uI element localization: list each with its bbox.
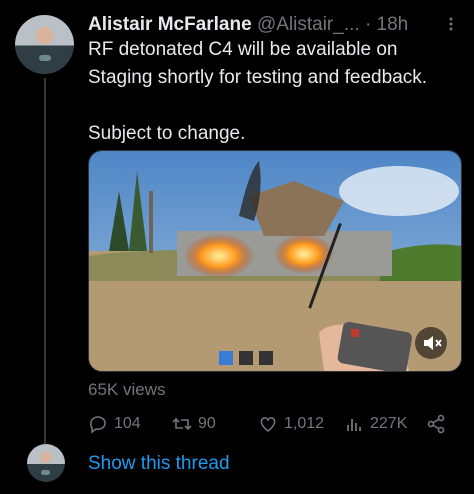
video-thumbnail: [89, 151, 461, 371]
analytics-count: 227K: [370, 415, 408, 432]
thread-line: [44, 78, 46, 444]
view-count: 65K views: [88, 380, 166, 399]
reply-count: 104: [114, 415, 141, 432]
tweet-text: RF detonated C4 will be available on Sta…: [88, 36, 462, 148]
tweet-time[interactable]: 18h: [377, 14, 409, 35]
author-handle[interactable]: @Alistair_...: [257, 14, 360, 35]
retweet-count: 90: [198, 415, 216, 432]
tweet-text-line: RF detonated C4 will be available on Sta…: [88, 39, 428, 88]
retweet-icon: [172, 417, 192, 431]
reply-button[interactable]: 104: [88, 410, 141, 438]
author-avatar-small[interactable]: [27, 444, 65, 482]
tweet-text-line: Subject to change.: [88, 123, 246, 144]
separator-dot: ·: [364, 14, 372, 35]
tweet-header: Alistair McFarlane @Alistair_... · 18h: [88, 13, 458, 37]
heart-icon: [260, 417, 276, 433]
shirt-logo: [41, 470, 50, 475]
like-count: 1,012: [284, 415, 325, 432]
shirt-logo: [39, 55, 51, 61]
author-avatar[interactable]: [15, 15, 74, 74]
more-icon[interactable]: [444, 17, 458, 31]
analytics-button[interactable]: 227K: [344, 410, 407, 438]
share-icon: [427, 414, 445, 434]
show-thread-link[interactable]: Show this thread: [88, 453, 230, 475]
analytics-icon: [347, 419, 361, 431]
mute-icon: [424, 336, 442, 350]
mute-button[interactable]: [415, 327, 447, 359]
video-player[interactable]: [88, 150, 462, 372]
reply-icon: [90, 416, 106, 434]
retweet-button[interactable]: 90: [172, 410, 216, 438]
share-button[interactable]: [426, 410, 446, 438]
action-bar: 104 90 1,012 227K: [88, 410, 458, 438]
author-name[interactable]: Alistair McFarlane: [88, 14, 252, 35]
like-button[interactable]: 1,012: [258, 410, 324, 438]
